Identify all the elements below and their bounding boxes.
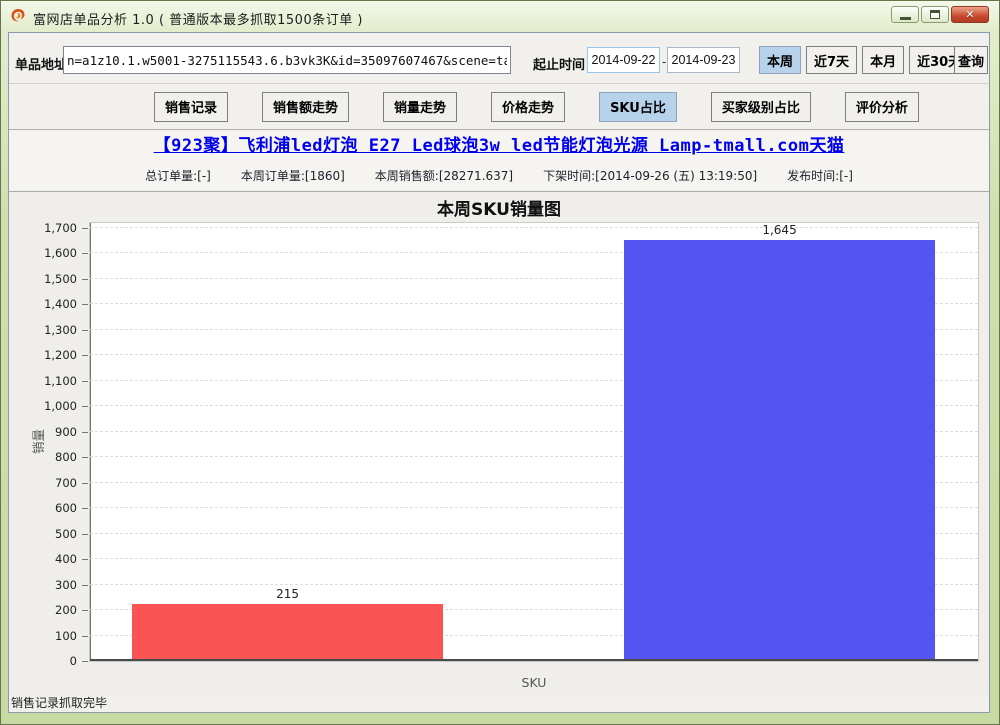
range-button-1[interactable]: 近7天 xyxy=(806,46,857,74)
y-tick-mark xyxy=(82,559,88,560)
query-button[interactable]: 查询 xyxy=(954,46,988,74)
minimize-icon xyxy=(900,17,911,20)
chart-panel: 本周SKU销量图 销量 0100200300400500600700800900… xyxy=(9,191,989,698)
product-stats-row: 总订单量:[-] 本周订单量:[1860] 本周销售额:[28271.637] 下架时… xyxy=(9,161,989,190)
bar-value-label: 215 xyxy=(132,587,444,601)
y-tick-mark xyxy=(82,355,88,356)
bar-value-label: 1,645 xyxy=(624,223,936,237)
y-tick-label: 500 xyxy=(55,527,77,541)
y-tick-label: 900 xyxy=(55,425,77,439)
date-separator: - xyxy=(662,55,666,69)
bar-1: 1,645 xyxy=(624,240,936,659)
y-tick-mark xyxy=(82,406,88,407)
toolbar: 单品地址 起止时间 - 本周近7天本月近30天 查询 xyxy=(9,33,989,83)
range-button-0[interactable]: 本周 xyxy=(759,46,801,74)
y-tick-label: 100 xyxy=(55,629,77,643)
x-axis-line xyxy=(90,659,978,661)
y-tick-label: 1,300 xyxy=(44,323,77,337)
tab-1[interactable]: 销售额走势 xyxy=(262,92,349,122)
y-tick-label: 600 xyxy=(55,501,77,515)
date-from-input[interactable] xyxy=(587,47,660,73)
x-axis-label: SKU xyxy=(89,675,979,690)
y-tick-mark xyxy=(82,330,88,331)
window-controls: ✕ xyxy=(891,6,989,23)
plot-area: 215 1,645 xyxy=(89,222,979,662)
product-link[interactable]: 【923聚】飞利浦led灯泡 E27 Led球泡3w led节能灯泡光源 Lam… xyxy=(154,136,845,156)
y-tick-label: 1,100 xyxy=(44,374,77,388)
chart-title: 本周SKU销量图 xyxy=(9,195,989,220)
range-button-group: 本周近7天本月近30天 xyxy=(759,46,969,74)
titlebar: 富网店单品分析 1.0 ( 普通版本最多抓取1500条订单 ) ✕ xyxy=(1,1,999,32)
y-axis-ticks: 01002003004005006007008009001,0001,1001,… xyxy=(9,222,89,662)
date-range-label: 起止时间 xyxy=(533,54,585,73)
y-tick-label: 1,700 xyxy=(44,221,77,235)
y-tick-mark xyxy=(82,585,88,586)
product-link-row: 【923聚】飞利浦led灯泡 E27 Led球泡3w led节能灯泡光源 Lam… xyxy=(9,131,989,161)
y-tick-mark xyxy=(82,636,88,637)
stat-item-0: 总订单量:[-] xyxy=(145,167,211,184)
y-tick-mark xyxy=(82,457,88,458)
tab-4[interactable]: SKU占比 xyxy=(599,92,677,122)
y-tick-mark xyxy=(82,381,88,382)
y-tick-mark xyxy=(82,610,88,611)
maximize-icon xyxy=(930,10,940,19)
y-tick-label: 1,000 xyxy=(44,399,77,413)
tab-0[interactable]: 销售记录 xyxy=(154,92,228,122)
y-tick-label: 300 xyxy=(55,578,77,592)
stat-item-2: 本周销售额:[28271.637] xyxy=(375,167,513,184)
y-tick-mark xyxy=(82,483,88,484)
y-tick-mark xyxy=(82,279,88,280)
y-tick-label: 800 xyxy=(55,450,77,464)
tab-2[interactable]: 销量走势 xyxy=(383,92,457,122)
tab-3[interactable]: 价格走势 xyxy=(491,92,565,122)
status-text: 销售记录抓取完毕 xyxy=(11,696,107,710)
y-tick-mark xyxy=(82,228,88,229)
url-input[interactable] xyxy=(63,46,511,74)
y-tick-label: 0 xyxy=(70,654,77,668)
url-label: 单品地址 xyxy=(15,54,67,73)
range-button-2[interactable]: 本月 xyxy=(862,46,904,74)
content-panel: 单品地址 起止时间 - 本周近7天本月近30天 查询 销售记录 销售额走势 销量走势… xyxy=(8,32,990,713)
y-tick-label: 1,500 xyxy=(44,272,77,286)
y-tick-mark xyxy=(82,534,88,535)
stat-item-4: 发布时间:[-] xyxy=(787,167,853,184)
y-tick-label: 200 xyxy=(55,603,77,617)
close-icon: ✕ xyxy=(965,8,974,21)
app-icon xyxy=(10,8,26,24)
y-tick-label: 1,200 xyxy=(44,348,77,362)
bar-0: 215 xyxy=(132,604,444,659)
tab-bar: 销售记录 销售额走势 销量走势 价格走势 SKU占比 买家级别占比 评价分析 xyxy=(9,83,989,130)
y-tick-mark xyxy=(82,661,88,662)
y-tick-mark xyxy=(82,508,88,509)
tab-5[interactable]: 买家级别占比 xyxy=(711,92,811,122)
y-tick-label: 1,600 xyxy=(44,246,77,260)
tab-6[interactable]: 评价分析 xyxy=(845,92,919,122)
y-tick-mark xyxy=(82,253,88,254)
minimize-button[interactable] xyxy=(891,6,919,23)
date-to-input[interactable] xyxy=(667,47,740,73)
app-window: 富网店单品分析 1.0 ( 普通版本最多抓取1500条订单 ) ✕ 单品地址 起… xyxy=(0,0,1000,725)
status-bar: 销售记录抓取完毕 xyxy=(9,696,989,712)
y-axis-line xyxy=(90,223,91,661)
close-button[interactable]: ✕ xyxy=(951,6,989,23)
window-title: 富网店单品分析 1.0 ( 普通版本最多抓取1500条订单 ) xyxy=(33,9,363,28)
y-tick-mark xyxy=(82,304,88,305)
maximize-button[interactable] xyxy=(921,6,949,23)
y-tick-mark xyxy=(82,432,88,433)
y-tick-label: 1,400 xyxy=(44,297,77,311)
y-tick-label: 700 xyxy=(55,476,77,490)
stat-item-3: 下架时间:[2014-09-26 (五) 13:19:50] xyxy=(543,167,757,184)
y-tick-label: 400 xyxy=(55,552,77,566)
stat-item-1: 本周订单量:[1860] xyxy=(241,167,345,184)
